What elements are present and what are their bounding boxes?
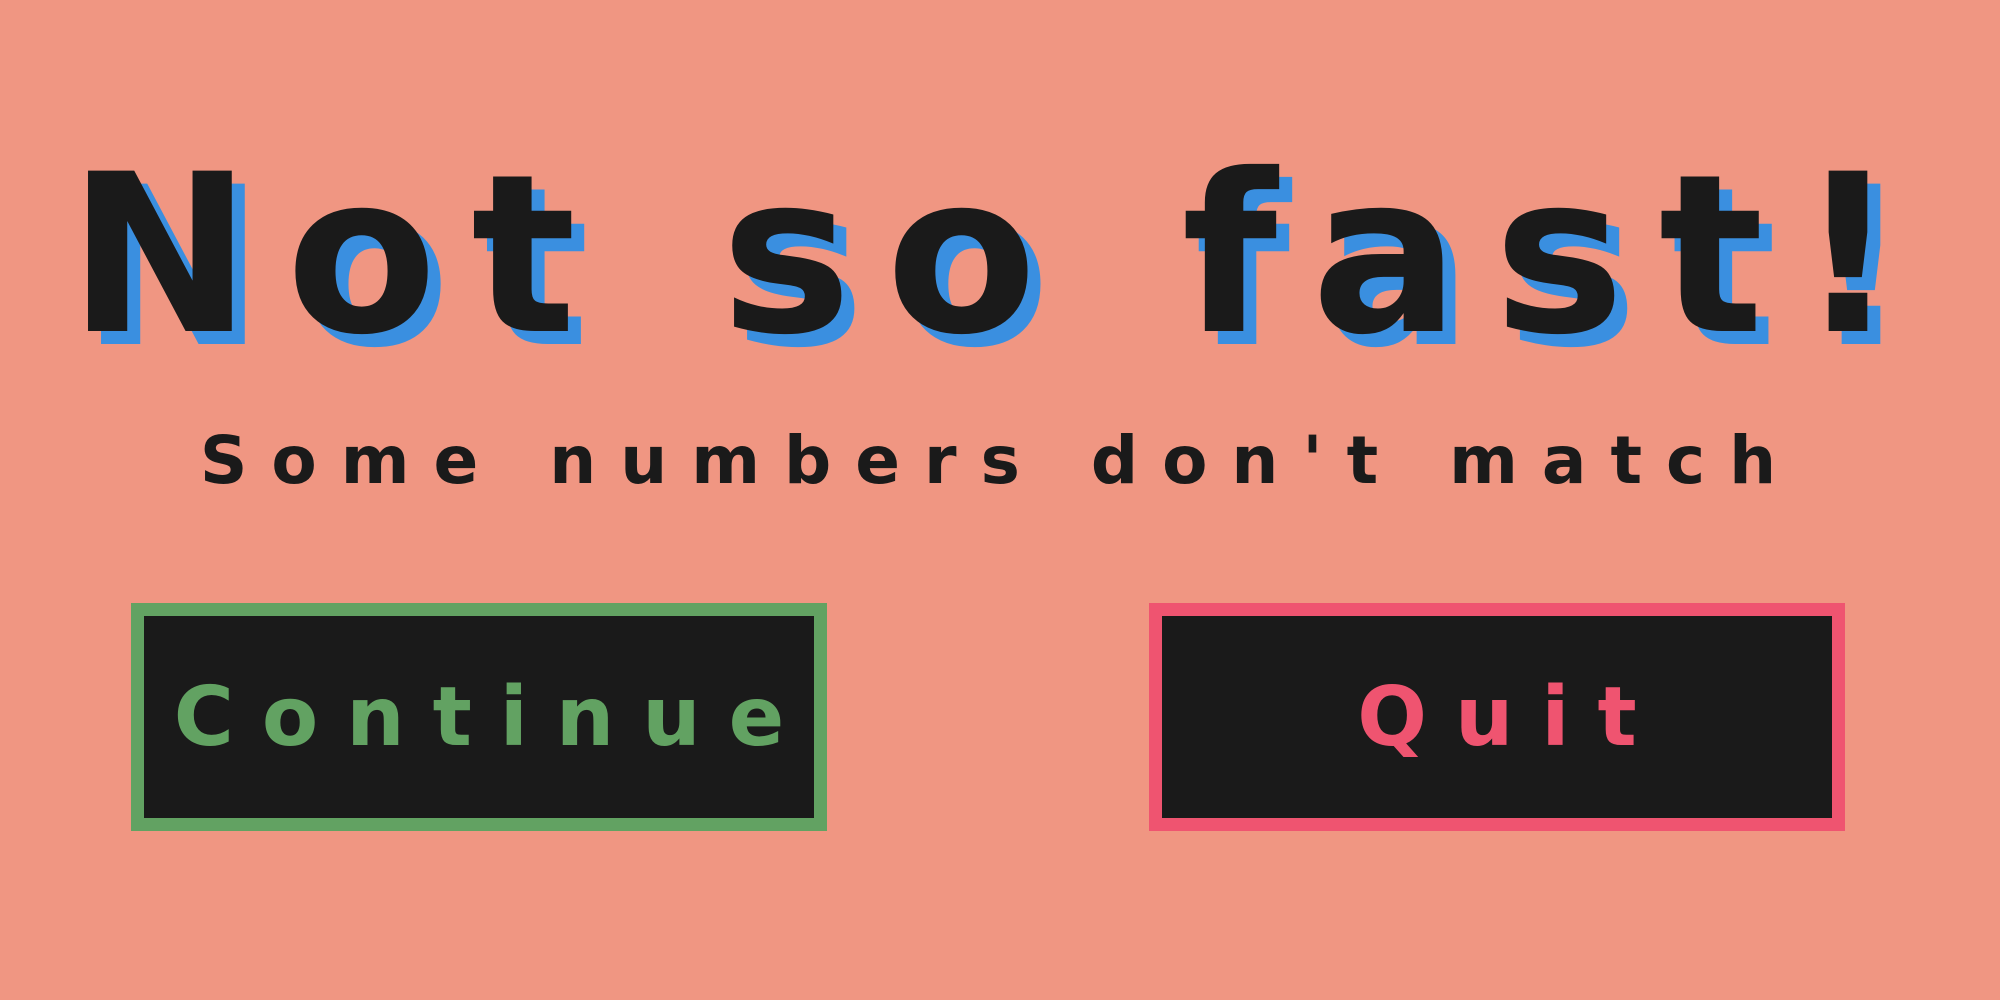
quit-button-label: Quit — [1357, 669, 1665, 765]
quit-button[interactable]: Quit — [1149, 603, 1845, 831]
game-over-title: Not so fast! — [67, 127, 1933, 383]
mismatch-message: Some numbers don't match — [199, 422, 1801, 499]
continue-button-label: Continue — [173, 669, 813, 765]
continue-button[interactable]: Continue — [131, 603, 827, 831]
